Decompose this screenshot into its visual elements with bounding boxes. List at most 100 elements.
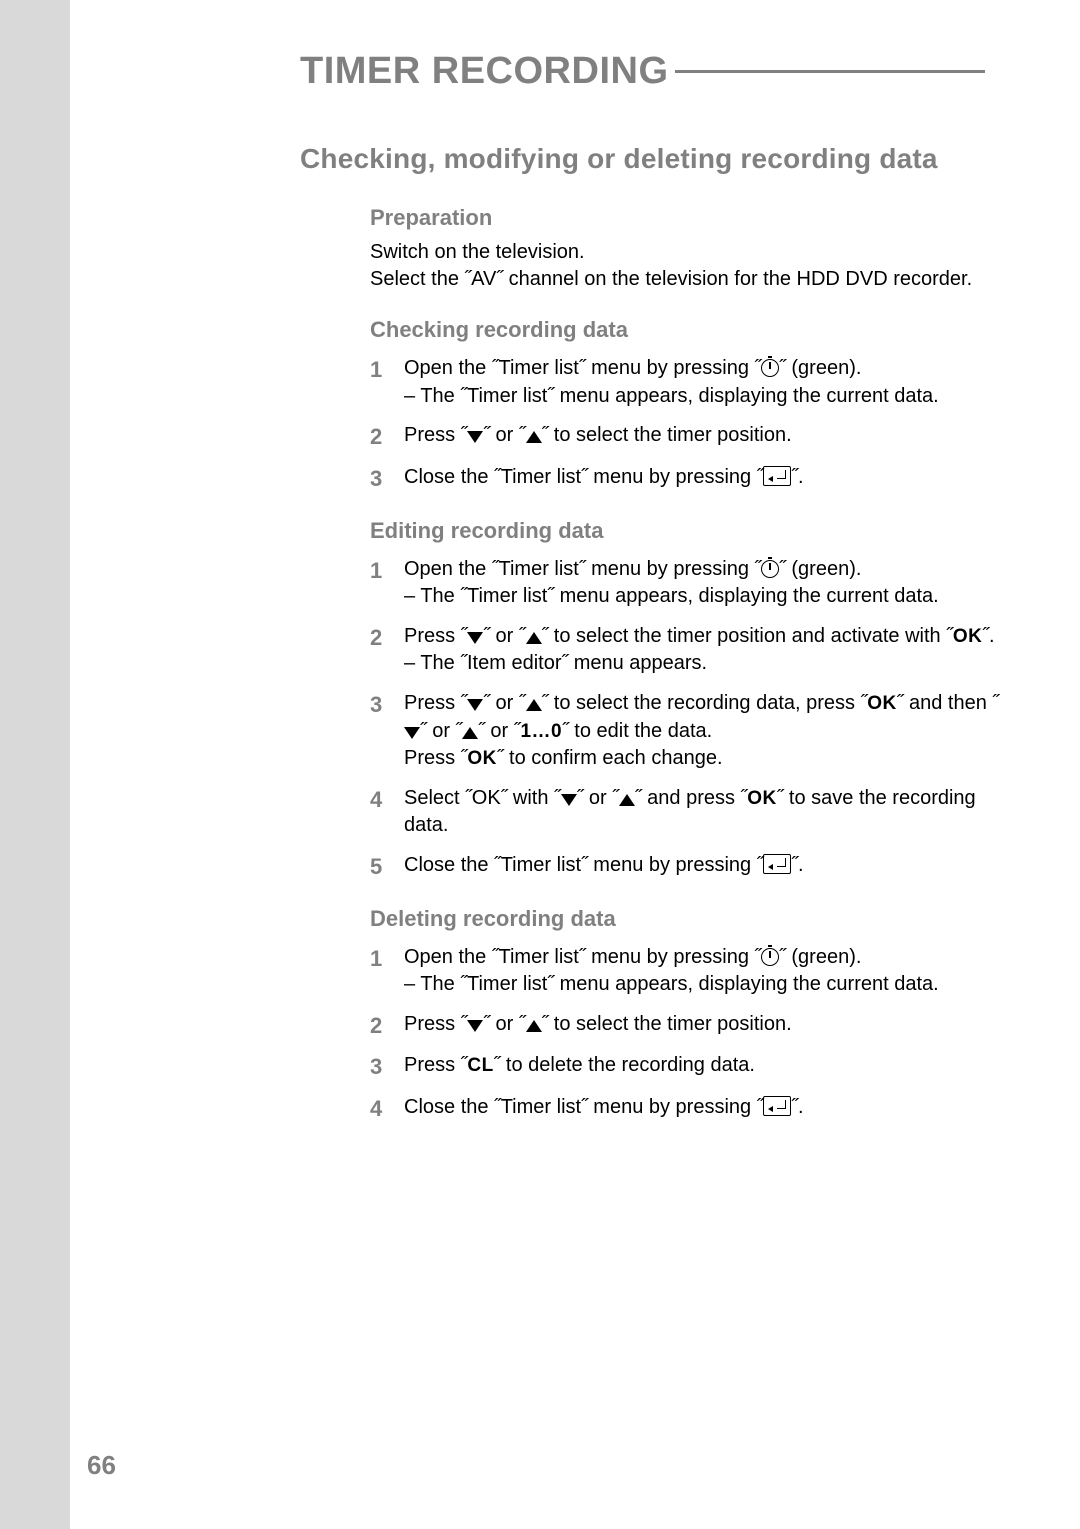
- text-fragment: ˝ and press ˝: [635, 787, 747, 809]
- text-fragment: ˝ or ˝: [478, 720, 520, 742]
- text-fragment: Select ˝OK˝ with ˝: [404, 787, 561, 809]
- text-fragment: Press ˝: [404, 1013, 467, 1035]
- arrow-down-icon: [467, 699, 483, 711]
- ok-glyph: OK: [747, 788, 777, 809]
- step-number: 5: [370, 852, 404, 882]
- arrow-down-icon: [404, 727, 420, 739]
- editing-step-2: 2 Press ˝˝ or ˝˝ to select the timer pos…: [370, 623, 1010, 678]
- arrow-down-icon: [467, 431, 483, 443]
- step-text: Press ˝CL˝ to delete the recording data.: [404, 1052, 1010, 1082]
- text-fragment: ˝.: [791, 854, 803, 876]
- text-fragment: Open the ˝Timer list˝ menu by pressing ˝: [404, 946, 761, 968]
- ok-glyph: OK: [867, 693, 897, 714]
- main-heading: TIMER RECORDING: [300, 50, 1010, 93]
- deleting-step-3: 3 Press ˝CL˝ to delete the recording dat…: [370, 1052, 1010, 1082]
- heading-underline: [675, 70, 985, 73]
- step-result: – The ˝Timer list˝ menu appears, display…: [404, 971, 1010, 999]
- arrow-up-icon: [526, 431, 542, 443]
- text-fragment: Press ˝: [404, 625, 467, 647]
- arrow-down-icon: [467, 1020, 483, 1032]
- text-fragment: Press ˝: [404, 747, 467, 769]
- editing-step-1: 1 Open the ˝Timer list˝ menu by pressing…: [370, 556, 1010, 611]
- text-fragment: Close the ˝Timer list˝ menu by pressing …: [404, 1096, 763, 1118]
- preparation-block: Preparation Switch on the television. Se…: [370, 205, 1010, 293]
- text-fragment: ˝ or ˝: [483, 692, 525, 714]
- text-fragment: Press ˝: [404, 1054, 467, 1076]
- one-zero-glyph: 1…0: [520, 721, 562, 742]
- deleting-title: Deleting recording data: [370, 906, 1010, 932]
- checking-step-1: 1 Open the ˝Timer list˝ menu by pressing…: [370, 355, 1010, 410]
- text-fragment: Close the ˝Timer list˝ menu by pressing …: [404, 854, 763, 876]
- text-fragment: Press ˝: [404, 692, 467, 714]
- arrow-up-icon: [526, 699, 542, 711]
- step-text: Press ˝ ˝ or ˝ ˝ to select the recording d…: [404, 690, 1010, 773]
- arrow-up-icon: [526, 632, 542, 644]
- text-fragment: ˝ to edit the data.: [562, 720, 712, 742]
- preparation-line-1: Switch on the television.: [370, 239, 1010, 266]
- arrow-down-icon: [561, 794, 577, 806]
- step-number: 1: [370, 944, 404, 999]
- ok-glyph: OK: [953, 626, 983, 647]
- text-fragment: ˝ and then ˝: [897, 692, 999, 714]
- arrow-up-icon: [462, 727, 478, 739]
- text-fragment: ˝ or ˝: [577, 787, 619, 809]
- step-number: 4: [370, 785, 404, 840]
- deleting-block: Deleting recording data 1 Open the ˝Time…: [370, 906, 1010, 1124]
- manual-page: TIMER RECORDING Checking, modifying or d…: [0, 0, 1080, 1529]
- editing-title: Editing recording data: [370, 518, 1010, 544]
- enter-icon: [763, 466, 791, 486]
- enter-icon: [763, 854, 791, 874]
- text-fragment: ˝ to confirm each change.: [497, 747, 723, 769]
- text-fragment: ˝ (green).: [779, 946, 861, 968]
- left-margin-bar: [0, 0, 70, 1529]
- step-number: 4: [370, 1094, 404, 1124]
- step-number: 2: [370, 1011, 404, 1041]
- arrow-up-icon: [526, 1020, 542, 1032]
- step-result: – The ˝Timer list˝ menu appears, display…: [404, 583, 1010, 611]
- text-fragment: ˝ to select the timer position.: [542, 1013, 792, 1035]
- step-text: Open the ˝Timer list˝ menu by pressing ˝…: [404, 556, 1010, 611]
- sub-heading: Checking, modifying or deleting recordin…: [300, 143, 1010, 175]
- text-fragment: Open the ˝Timer list˝ menu by pressing ˝: [404, 558, 761, 580]
- text-fragment: Press ˝: [404, 424, 467, 446]
- step-text: Select ˝OK˝ with ˝˝ or ˝˝ and press ˝OK˝…: [404, 785, 1010, 840]
- step-number: 1: [370, 355, 404, 410]
- main-heading-text: TIMER RECORDING: [300, 50, 669, 92]
- step-text: Open the ˝Timer list˝ menu by pressing ˝…: [404, 944, 1010, 999]
- text-fragment: Close the ˝Timer list˝ menu by pressing …: [404, 466, 763, 488]
- step-number: 2: [370, 422, 404, 452]
- step-result: – The ˝Item editor˝ menu appears.: [404, 650, 1010, 678]
- text-fragment: ˝.: [791, 1096, 803, 1118]
- step-number: 3: [370, 1052, 404, 1082]
- text-fragment: ˝ or ˝: [483, 424, 525, 446]
- text-fragment: ˝ to delete the recording data.: [494, 1054, 755, 1076]
- checking-step-2: 2 Press ˝ ˝ or ˝ ˝ to select the timer pos…: [370, 422, 1010, 452]
- step-text: Close the ˝Timer list˝ menu by pressing …: [404, 1094, 1010, 1124]
- text-fragment: ˝ or ˝: [483, 1013, 525, 1035]
- arrow-up-icon: [619, 794, 635, 806]
- step-text: Press ˝˝ or ˝˝ to select the timer posit…: [404, 623, 1010, 678]
- timer-icon: [761, 560, 779, 578]
- text-fragment: ˝ to select the timer position.: [542, 424, 792, 446]
- step-text: Close the ˝Timer list˝ menu by pressing …: [404, 852, 1010, 882]
- text-fragment: ˝.: [982, 625, 994, 647]
- step-number: 3: [370, 464, 404, 494]
- text-fragment: ˝ to select the recording data, press ˝: [542, 692, 868, 714]
- ok-glyph: OK: [467, 748, 497, 769]
- cl-glyph: CL: [467, 1055, 493, 1076]
- checking-title: Checking recording data: [370, 317, 1010, 343]
- timer-icon: [761, 359, 779, 377]
- editing-step-3: 3 Press ˝ ˝ or ˝ ˝ to select the recording…: [370, 690, 1010, 773]
- text-fragment: Open the ˝Timer list˝ menu by pressing ˝: [404, 357, 761, 379]
- editing-step-4: 4 Select ˝OK˝ with ˝ ˝ or ˝ ˝ and press ˝O…: [370, 785, 1010, 840]
- deleting-step-4: 4 Close the ˝Timer list˝ menu by pressin…: [370, 1094, 1010, 1124]
- text-fragment: ˝ or ˝: [420, 720, 462, 742]
- step-text: Press ˝ ˝ or ˝ ˝ to select the timer posit…: [404, 422, 1010, 452]
- text-fragment: ˝ (green).: [779, 558, 861, 580]
- step-number: 1: [370, 556, 404, 611]
- text-fragment: ˝ to select the timer position and activ…: [542, 625, 953, 647]
- deleting-step-2: 2 Press ˝ ˝ or ˝ ˝ to select the timer pos…: [370, 1011, 1010, 1041]
- checking-step-3: 3 Close the ˝Timer list˝ menu by pressin…: [370, 464, 1010, 494]
- text-fragment: ˝ (green).: [779, 357, 861, 379]
- step-number: 3: [370, 690, 404, 773]
